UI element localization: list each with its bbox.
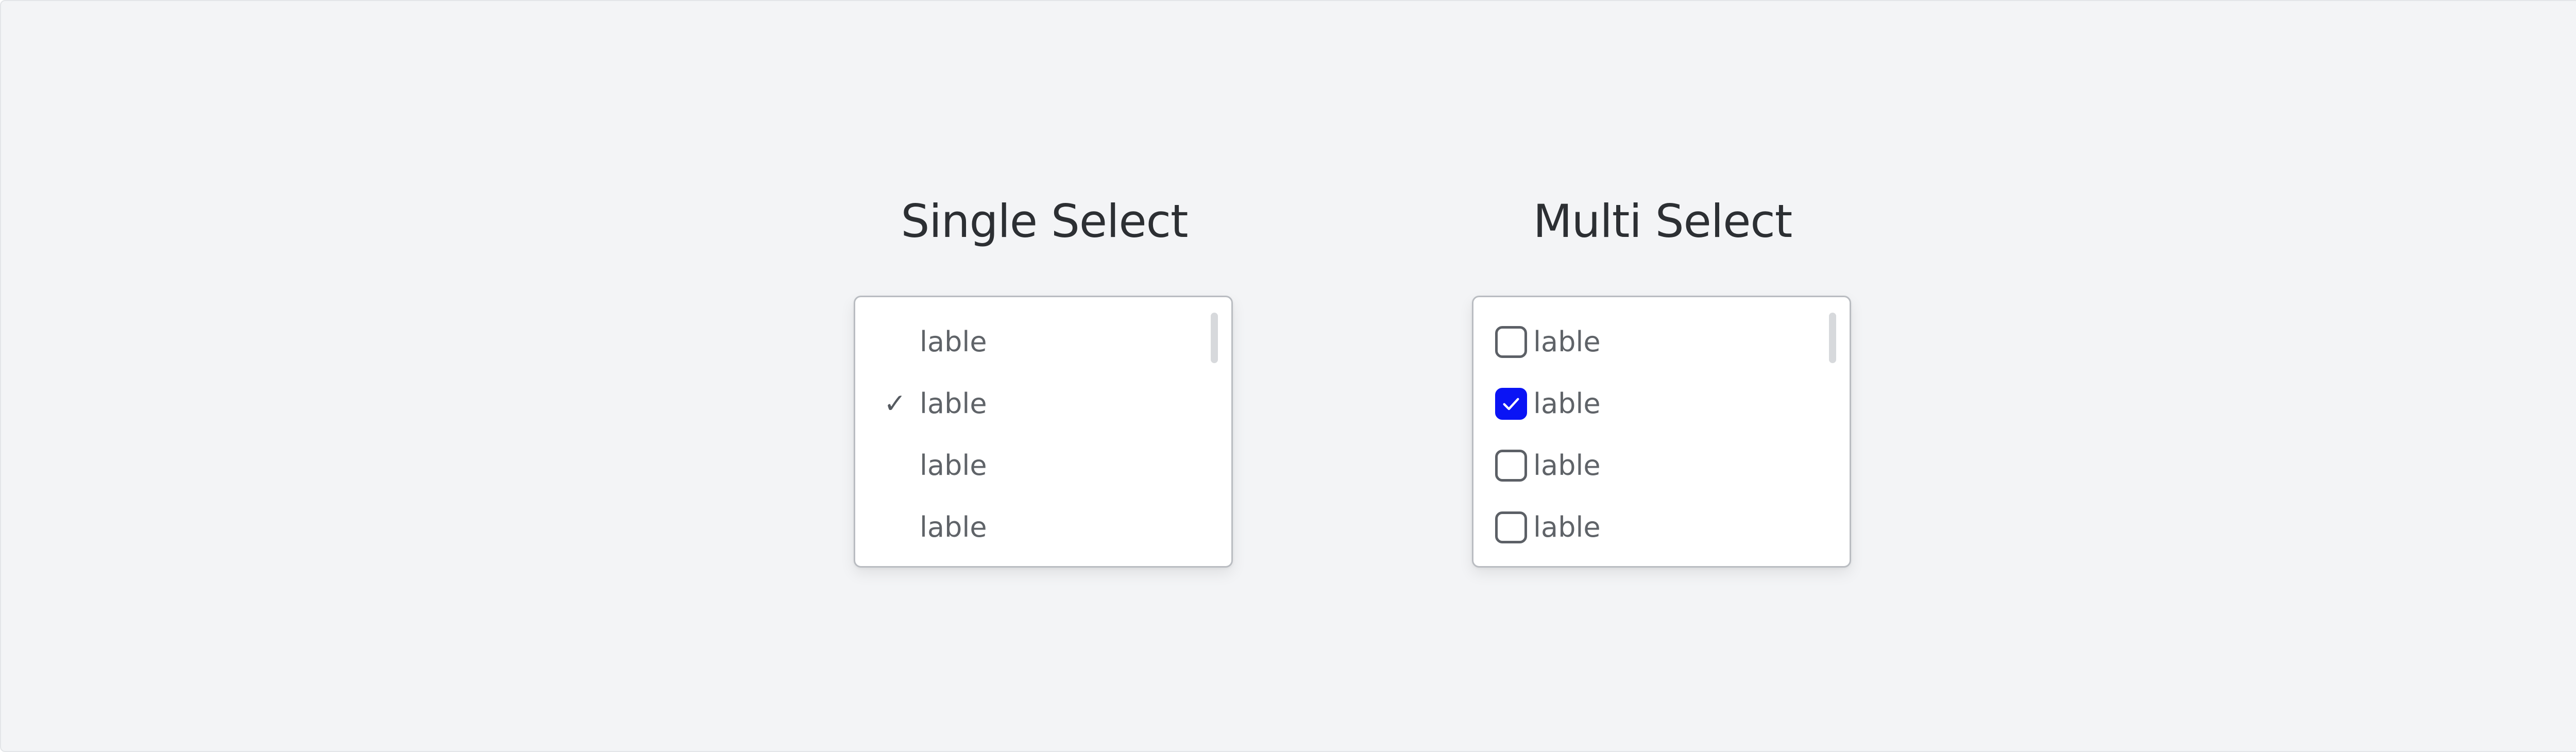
single-select-option-selected[interactable]: ✓ lable bbox=[855, 373, 1200, 435]
single-select-option[interactable]: lable bbox=[855, 497, 1200, 558]
single-select-listbox[interactable]: lable ✓ lable lable lable bbox=[854, 296, 1233, 568]
multi-select-option-checked[interactable]: lable bbox=[1473, 373, 1819, 435]
checkbox[interactable] bbox=[1495, 511, 1527, 543]
multi-select-title: Multi Select bbox=[1533, 195, 1793, 248]
option-label: lable bbox=[1533, 511, 1601, 543]
option-label: lable bbox=[1533, 449, 1601, 482]
checkbox-slot bbox=[1473, 388, 1533, 420]
checkmark-icon bbox=[1503, 398, 1519, 411]
option-label: lable bbox=[920, 387, 987, 420]
checkbox-slot bbox=[1473, 450, 1533, 482]
multi-select-listbox[interactable]: lable lable lable lable bbox=[1472, 296, 1851, 568]
checkbox-slot bbox=[1473, 326, 1533, 358]
checkbox[interactable] bbox=[1495, 326, 1527, 358]
multi-select-option[interactable]: lable bbox=[1473, 311, 1819, 373]
option-label: lable bbox=[920, 449, 987, 482]
checkbox[interactable] bbox=[1495, 450, 1527, 482]
option-label: lable bbox=[920, 326, 987, 358]
single-select-title: Single Select bbox=[901, 195, 1189, 248]
multi-select-scrollbar[interactable] bbox=[1829, 313, 1836, 363]
option-label: lable bbox=[1533, 326, 1601, 358]
single-select-option[interactable]: lable bbox=[855, 311, 1200, 373]
single-select-scrollbar[interactable] bbox=[1211, 313, 1218, 363]
checkbox-checked[interactable] bbox=[1495, 388, 1527, 420]
single-select-option[interactable]: lable bbox=[855, 435, 1200, 497]
option-label: lable bbox=[920, 511, 987, 543]
multi-select-option[interactable]: lable bbox=[1473, 435, 1819, 497]
checkmark-icon: ✓ bbox=[884, 388, 906, 419]
multi-select-option[interactable]: lable bbox=[1473, 497, 1819, 558]
canvas-background: Single Select lable ✓ lable lable lable bbox=[0, 0, 2576, 752]
check-slot: ✓ bbox=[855, 390, 920, 417]
checkbox-slot bbox=[1473, 511, 1533, 543]
option-label: lable bbox=[1533, 387, 1601, 420]
